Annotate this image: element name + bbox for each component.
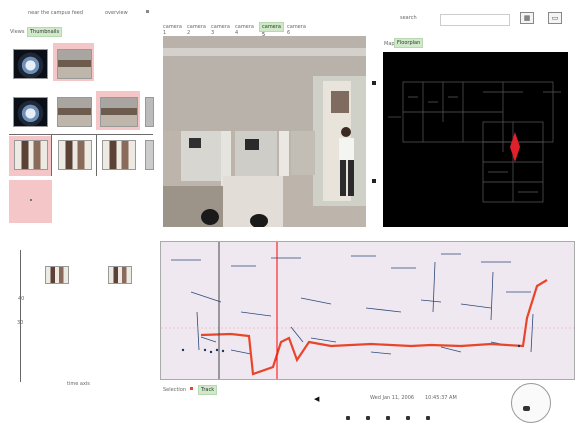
- tab-thumbnails[interactable]: Thumbnails: [27, 27, 63, 37]
- floorplan-map[interactable]: [383, 52, 568, 227]
- playback-dot-4[interactable]: [406, 416, 410, 420]
- thumbnail-camera-4[interactable]: [57, 97, 92, 127]
- event-thumbnail-1[interactable]: [45, 266, 69, 284]
- header-search-label: search: [400, 15, 417, 21]
- tab-camera-5[interactable]: camera 5: [259, 22, 284, 38]
- tab-camera-2[interactable]: camera 2: [187, 24, 206, 36]
- layout-icon[interactable]: ▭: [548, 12, 562, 24]
- office-scene: [163, 36, 366, 227]
- main-video-frame[interactable]: [163, 36, 366, 227]
- lower-left-axis: [20, 250, 21, 382]
- empty-slot[interactable]: [9, 180, 52, 223]
- timeline-panel[interactable]: [160, 241, 575, 380]
- y-label-1: 40: [18, 296, 25, 302]
- thumbnail-camera-8[interactable]: [58, 140, 92, 170]
- playback-dot-5[interactable]: [426, 416, 430, 420]
- grid-icon[interactable]: ▦: [520, 12, 534, 24]
- playback-dot-3[interactable]: [386, 416, 390, 420]
- divider: [51, 134, 52, 176]
- event-thumbnail-2[interactable]: [108, 266, 132, 284]
- header-left-label: near the campus feed: [28, 10, 84, 16]
- time-readout: 10:45:37 AM: [425, 395, 457, 401]
- y-label-2: 30: [17, 320, 24, 326]
- lower-left-footer: time axis: [67, 381, 90, 387]
- left-tab-prefix: Views: [10, 29, 25, 35]
- selection-label: Selection: [163, 387, 187, 393]
- tab-camera-1[interactable]: camera 1: [163, 24, 182, 36]
- map-tab-prefix: Map: [384, 41, 395, 47]
- thumbnail-camera-5[interactable]: [100, 97, 138, 127]
- thumbnail-camera-10[interactable]: [145, 140, 154, 170]
- search-input[interactable]: [440, 14, 510, 26]
- timeline-graph: [161, 242, 574, 379]
- tab-camera-6[interactable]: camera 6: [287, 24, 306, 36]
- tab-camera-4[interactable]: camera 4: [235, 24, 254, 36]
- video-side-marker: [372, 179, 376, 183]
- tracked-person-marker: [510, 132, 520, 162]
- selection-color-swatch: [190, 387, 193, 390]
- jog-dial-icon[interactable]: [511, 383, 551, 423]
- thumbnail-camera-7[interactable]: [14, 140, 48, 170]
- tab-floorplan[interactable]: Floorplan: [394, 38, 424, 48]
- tab-camera-3[interactable]: camera 3: [211, 24, 230, 36]
- thumbnail-camera-6[interactable]: [145, 97, 154, 127]
- thumbnail-camera-3[interactable]: [13, 97, 48, 127]
- divider: [96, 134, 97, 176]
- date-readout: Wed Jan 11, 2006: [370, 395, 415, 401]
- header-left-value[interactable]: overview: [105, 10, 128, 16]
- floorplan-drawing: [388, 81, 561, 203]
- header-left-menu-icon[interactable]: [146, 10, 149, 13]
- thumbnail-camera-9[interactable]: [102, 140, 136, 170]
- divider: [9, 134, 153, 135]
- track-tag[interactable]: Track: [198, 385, 218, 395]
- playback-dot-2[interactable]: [366, 416, 370, 420]
- trajectory-line: [200, 279, 548, 376]
- video-side-marker: [372, 81, 376, 85]
- jog-dial-knob: [523, 406, 530, 411]
- rewind-icon[interactable]: ◀: [314, 395, 319, 403]
- thumbnail-camera-2[interactable]: [57, 49, 92, 79]
- thumbnail-camera-1[interactable]: [13, 49, 48, 79]
- slot-marker: [30, 199, 32, 201]
- playback-dot-1[interactable]: [346, 416, 350, 420]
